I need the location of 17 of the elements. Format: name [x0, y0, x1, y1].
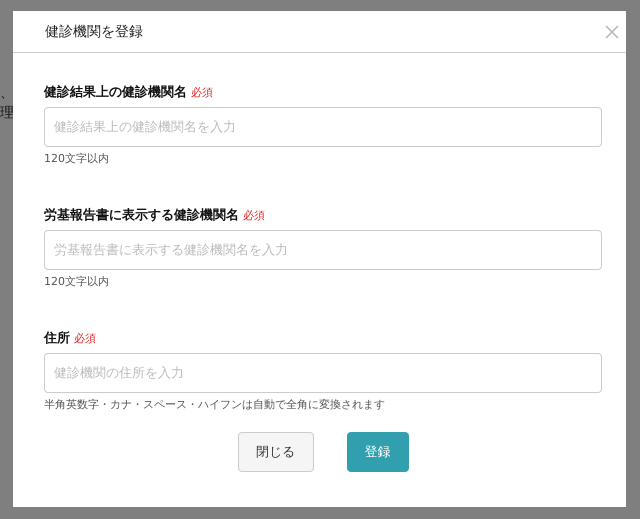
input-field[interactable]: 健診結果上の健診機関名を入力	[44, 107, 602, 147]
field-label: 健診結果上の健診機関名	[44, 84, 187, 101]
field-label: 住所	[44, 330, 70, 347]
required-mark: 必須	[191, 85, 213, 100]
field-label: 労基報告書に表示する健診機関名	[44, 206, 239, 224]
background-text: 理	[0, 104, 14, 122]
field-hint: 120文字以内	[44, 274, 110, 289]
required-mark: 必須	[243, 208, 265, 223]
dialog-title: 健診機関を登録	[45, 22, 143, 40]
field-hint: 半角英数字・カナ・スペース・ハイフンは自動で全角に変換されます	[44, 397, 386, 412]
background-text: 、	[0, 84, 14, 102]
required-mark: 必須	[74, 331, 96, 346]
field-hint: 120文字以内	[44, 151, 110, 166]
close-icon[interactable]	[605, 24, 619, 38]
input-field[interactable]: 労基報告書に表示する健診機関名を入力	[44, 230, 602, 270]
input-field[interactable]: 健診機関の住所を入力	[44, 353, 602, 393]
close-button[interactable]: 閉じる	[238, 432, 314, 472]
